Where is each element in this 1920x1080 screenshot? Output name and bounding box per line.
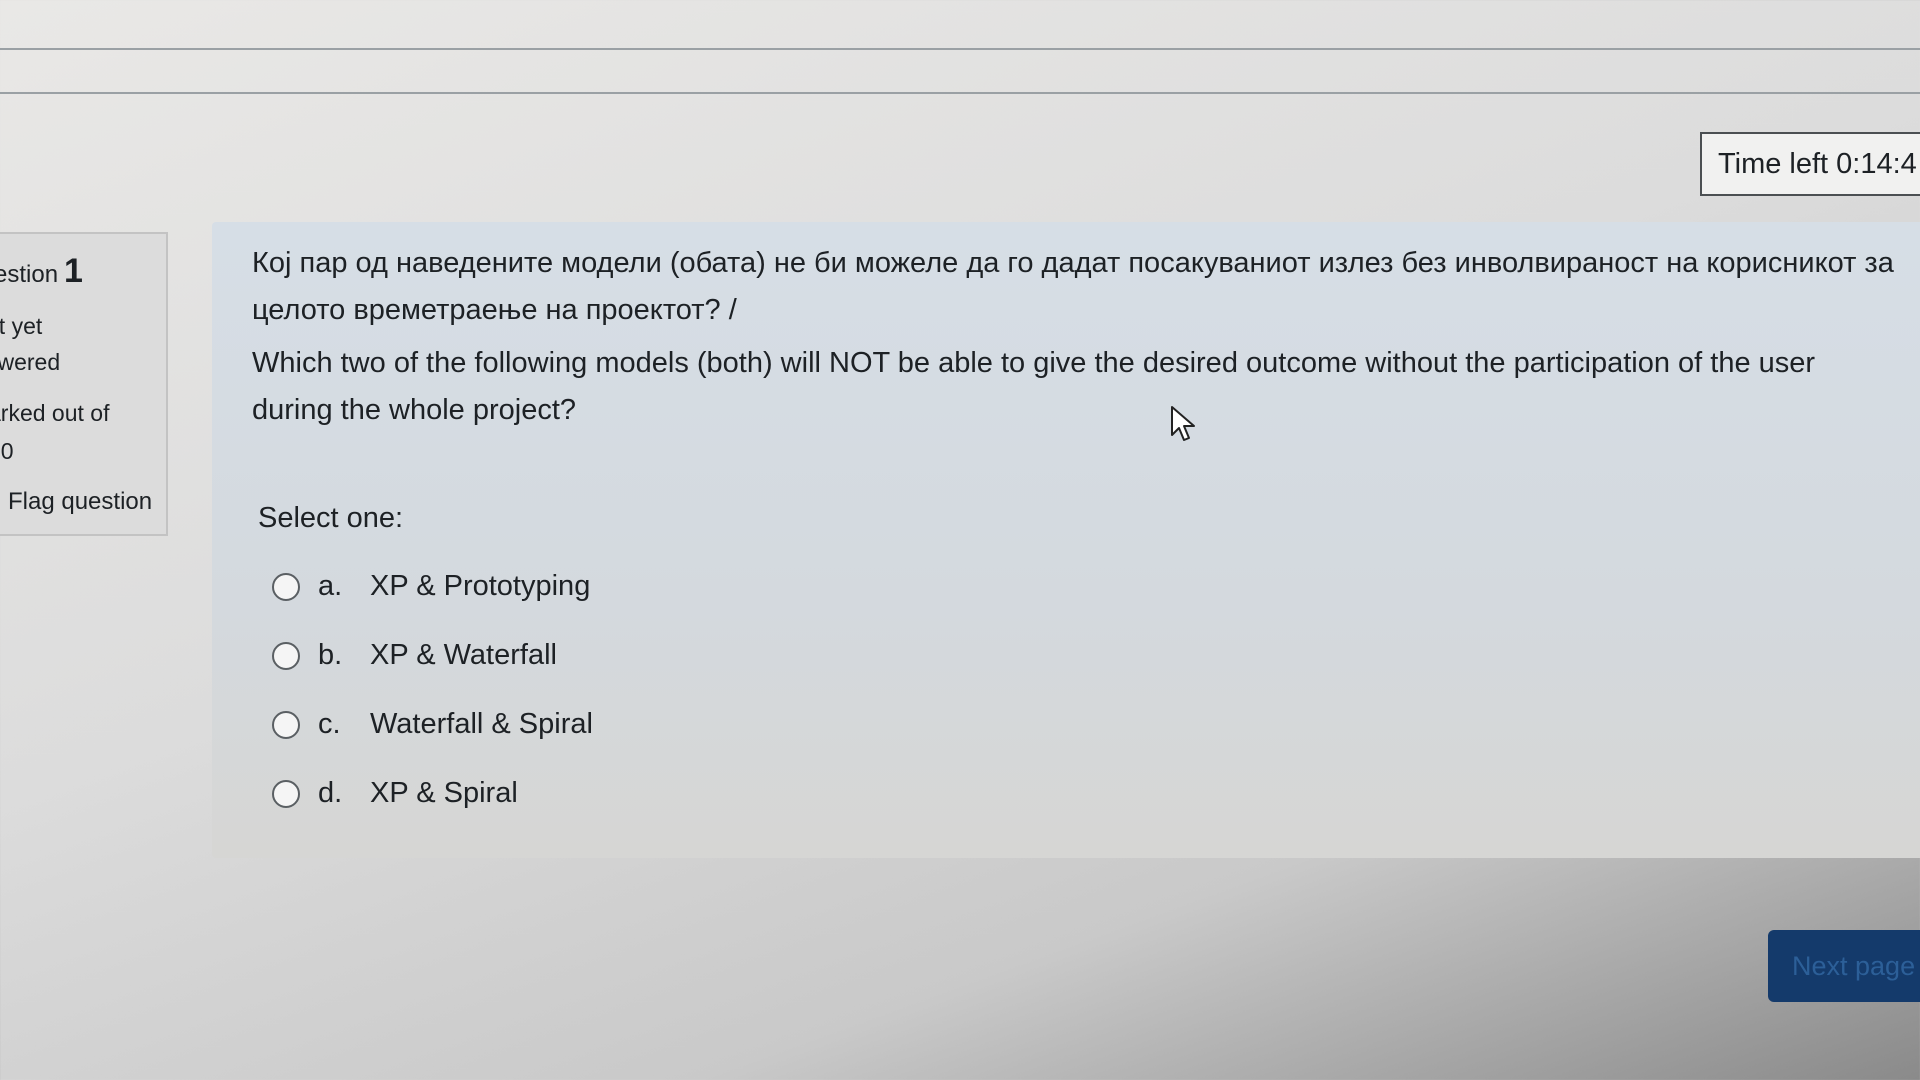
question-state-line1: ot yet [0,313,43,339]
option-letter-a: a. [318,570,343,602]
question-text-english: Which two of the following models (both)… [252,347,1816,426]
option-label-c[interactable]: Waterfall & Spiral [370,708,593,741]
option-letter-b: b. [318,639,343,671]
answer-option-a[interactable]: a. XP & Prototyping [272,552,593,621]
question-number-value: 1 [64,252,83,290]
question-text-macedonian: Кој пар од наведените модели (обата) не … [252,247,1894,326]
flag-question-link[interactable]: Flag question [8,488,152,516]
radio-button-a[interactable] [272,572,300,601]
answer-option-b[interactable]: b. XP & Waterfall [272,621,593,690]
radio-button-b[interactable] [272,641,300,670]
radio-button-d[interactable] [272,779,300,808]
question-label: estion [0,261,59,288]
radio-button-c[interactable] [272,710,300,739]
option-letter-c: c. [318,708,341,740]
question-text: Кој пар од наведените модели (обата) не … [252,240,1902,434]
question-grade-line2: 00 [0,438,14,464]
question-grade: arked out of 00 [0,394,166,470]
answer-option-c[interactable]: c. Waterfall & Spiral [272,690,593,759]
option-letter-d: d. [318,777,343,809]
answer-option-d[interactable]: d. XP & Spiral [272,759,593,828]
question-grade-line1: arked out of [0,400,110,426]
question-state: ot yet swered [0,308,166,380]
answer-options: a. XP & Prototyping b. XP & Waterfall c.… [272,552,593,828]
navbar-divider-line [0,92,1920,94]
top-divider-line [0,48,1920,50]
mouse-pointer-icon [1171,406,1195,441]
question-info-panel: estion1 ot yet swered arked out of 00 Fl… [0,232,168,536]
select-one-prompt: Select one: [258,502,404,534]
option-label-d[interactable]: XP & Spiral [370,777,518,810]
question-state-line2: swered [0,349,61,375]
option-label-b[interactable]: XP & Waterfall [370,639,557,672]
question-number: estion 1 [0,252,83,291]
next-page-button[interactable]: Next page [1768,930,1920,1002]
quiz-timer: Time left 0:14:4 [1700,132,1920,196]
option-label-a[interactable]: XP & Prototyping [370,570,590,603]
question-formulation: Кој пар од наведените модели (обата) не … [212,222,1920,858]
